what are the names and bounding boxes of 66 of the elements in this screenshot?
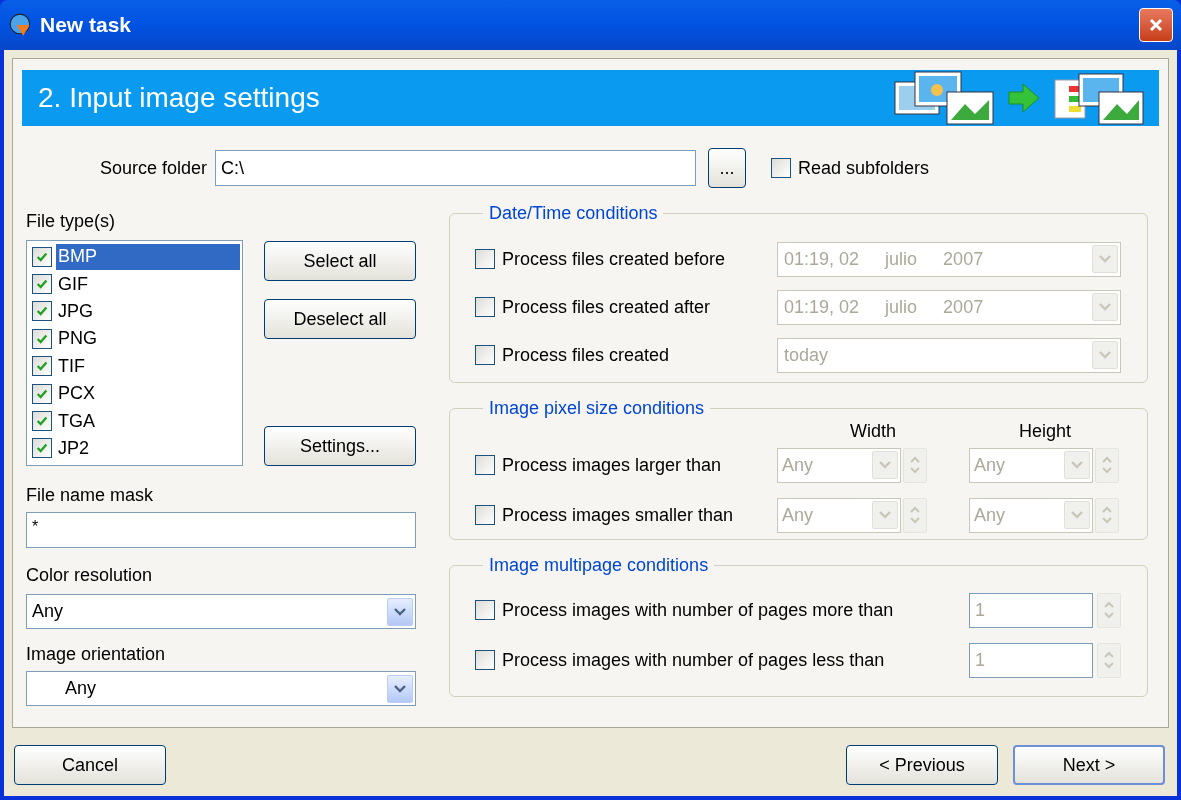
previous-button[interactable]: < Previous xyxy=(846,745,998,785)
dropdown-value: today xyxy=(783,343,829,367)
checkbox-label: Process images smaller than xyxy=(502,503,734,527)
deselect-all-button[interactable]: Deselect all xyxy=(264,299,416,339)
close-button[interactable] xyxy=(1139,8,1173,42)
list-item[interactable]: TIF xyxy=(56,353,240,380)
checkbox[interactable] xyxy=(475,249,495,269)
checkbox[interactable] xyxy=(475,345,495,365)
column-header: Width xyxy=(849,420,897,440)
color-resolution-label: Color resolution xyxy=(26,564,154,586)
group-title: Image pixel size conditions xyxy=(488,397,706,420)
checkbox-label: Process files created xyxy=(502,343,670,367)
list-item[interactable]: TGA xyxy=(56,408,240,435)
cancel-button[interactable]: Cancel xyxy=(14,745,166,785)
image-orientation-label: Image orientation xyxy=(26,643,167,665)
file-name-mask-label: File name mask xyxy=(26,484,155,506)
dropdown-value: Any xyxy=(64,677,97,700)
page-heading: 2. Input image settings xyxy=(38,81,320,115)
checkbox[interactable] xyxy=(32,356,52,377)
source-folder-field[interactable]: C:\ xyxy=(215,150,696,186)
checkbox[interactable] xyxy=(32,411,52,432)
checkbox[interactable] xyxy=(32,246,52,267)
close-icon xyxy=(1148,17,1164,33)
color-resolution-dropdown[interactable]: Any xyxy=(26,594,416,629)
checkbox[interactable] xyxy=(32,274,52,295)
checkbox[interactable] xyxy=(475,600,495,620)
checkbox[interactable] xyxy=(475,650,495,670)
column-header: Height xyxy=(1018,420,1072,440)
list-item[interactable]: PNG xyxy=(56,325,240,352)
checkbox[interactable] xyxy=(475,505,495,525)
source-folder-label: Source folder xyxy=(98,156,208,180)
image-orientation-dropdown[interactable]: Any xyxy=(26,671,416,706)
dropdown-value: Any xyxy=(973,503,1006,527)
checkbox[interactable] xyxy=(32,301,52,322)
checkbox-label: Process images with number of pages more than xyxy=(502,598,894,622)
dropdown-value: Any xyxy=(781,453,814,477)
checkbox-label: Process files created after xyxy=(502,295,711,319)
list-item[interactable]: JP2 xyxy=(56,435,240,462)
group-title: Date/Time conditions xyxy=(488,202,659,225)
dropdown-value: 01:19, 02 julio 2007 xyxy=(783,295,984,319)
checkbox[interactable] xyxy=(32,383,52,404)
settings-button[interactable]: Settings... xyxy=(264,426,416,466)
list-item[interactable]: BMP xyxy=(56,243,240,270)
list-item[interactable]: PCX xyxy=(56,380,240,407)
dropdown-value: 01:19, 02 julio 2007 xyxy=(783,247,984,271)
checkbox-label: Process images larger than xyxy=(502,453,722,477)
browse-button[interactable]: ... xyxy=(708,148,746,188)
list-item[interactable]: JPG xyxy=(56,298,240,325)
file-name-mask-field[interactable]: * xyxy=(26,512,416,548)
checkbox-label: Process files created before xyxy=(502,247,726,271)
list-item[interactable]: GIF xyxy=(56,271,240,298)
checkbox[interactable] xyxy=(475,455,495,475)
dropdown-value: Any xyxy=(781,503,814,527)
dropdown-value: Any xyxy=(31,600,64,623)
window-title: New task xyxy=(40,12,132,39)
checkbox-label: Read subfolders xyxy=(798,156,930,180)
checkbox[interactable] xyxy=(32,328,52,349)
file-types-label: File type(s) xyxy=(26,210,116,232)
next-button[interactable]: Next > xyxy=(1013,745,1165,785)
dropdown-value: Any xyxy=(973,453,1006,477)
checkbox[interactable] xyxy=(475,297,495,317)
checkbox[interactable] xyxy=(32,438,52,459)
group-title: Image multipage conditions xyxy=(488,554,710,577)
checkbox[interactable] xyxy=(771,158,791,178)
select-all-button[interactable]: Select all xyxy=(264,241,416,281)
checkbox-label: Process images with number of pages less than xyxy=(502,648,885,672)
